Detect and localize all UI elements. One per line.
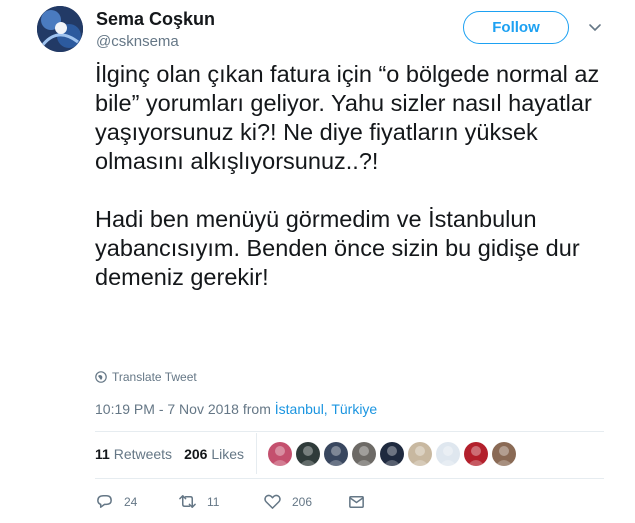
reply-count: 24 — [124, 494, 138, 509]
retweets-label: Retweets — [113, 446, 173, 462]
liker-avatar[interactable] — [352, 442, 376, 466]
follow-button[interactable]: Follow — [463, 11, 569, 44]
envelope-icon — [349, 495, 364, 508]
reply-button[interactable]: 24 — [95, 492, 178, 511]
liker-avatar[interactable] — [324, 442, 348, 466]
tweet-stats: 11 Retweets 206 Likes — [95, 446, 244, 462]
user-name[interactable]: Sema Coşkun — [96, 9, 215, 30]
liker-avatar[interactable] — [492, 442, 516, 466]
likers-list — [268, 442, 516, 466]
globe-icon — [95, 371, 107, 383]
likes-label: Likes — [211, 446, 244, 462]
retweets-stat[interactable]: 11 Retweets — [95, 446, 172, 462]
direct-message-button[interactable] — [347, 492, 366, 511]
liker-avatar[interactable] — [268, 442, 292, 466]
tweet-paragraph-2: Hadi ben menüyü görmedim ve İstanbulun y… — [95, 206, 580, 290]
like-button[interactable]: 206 — [263, 492, 347, 511]
likes-stat[interactable]: 206 Likes — [184, 446, 244, 462]
tweet-paragraph-1: İlginç olan çıkan fatura için “o bölgede… — [95, 61, 600, 174]
reply-icon — [97, 495, 112, 508]
tweet-actions: 24 11 206 — [95, 492, 366, 511]
avatar[interactable] — [37, 6, 83, 52]
retweet-button[interactable]: 11 — [178, 492, 263, 511]
like-count: 206 — [292, 494, 313, 509]
translate-label[interactable]: Translate Tweet — [112, 370, 197, 384]
chevron-down-icon[interactable] — [588, 22, 602, 34]
retweet-icon — [179, 495, 196, 508]
liker-avatar[interactable] — [296, 442, 320, 466]
liker-avatar[interactable] — [408, 442, 432, 466]
liker-avatar[interactable] — [436, 442, 460, 466]
user-handle[interactable]: @csknsema — [96, 33, 179, 50]
liker-avatar[interactable] — [380, 442, 404, 466]
tweet-timestamp[interactable]: 10:19 PM - 7 Nov 2018 from — [95, 401, 271, 417]
retweets-count: 11 — [95, 446, 110, 462]
liker-avatar[interactable] — [464, 442, 488, 466]
tweet-text: İlginç olan çıkan fatura için “o bölgede… — [95, 60, 620, 292]
retweet-count: 11 — [207, 494, 220, 509]
divider — [95, 431, 604, 432]
translate-tweet-link[interactable]: Translate Tweet — [95, 370, 197, 384]
stats-separator — [256, 433, 257, 474]
tweet-metadata: 10:19 PM - 7 Nov 2018 from İstanbul, Tür… — [95, 401, 377, 417]
heart-icon — [264, 494, 281, 509]
avatar-image — [37, 6, 83, 52]
divider — [95, 478, 604, 479]
likes-count: 206 — [184, 446, 208, 462]
tweet-location-link[interactable]: İstanbul, Türkiye — [275, 401, 377, 417]
